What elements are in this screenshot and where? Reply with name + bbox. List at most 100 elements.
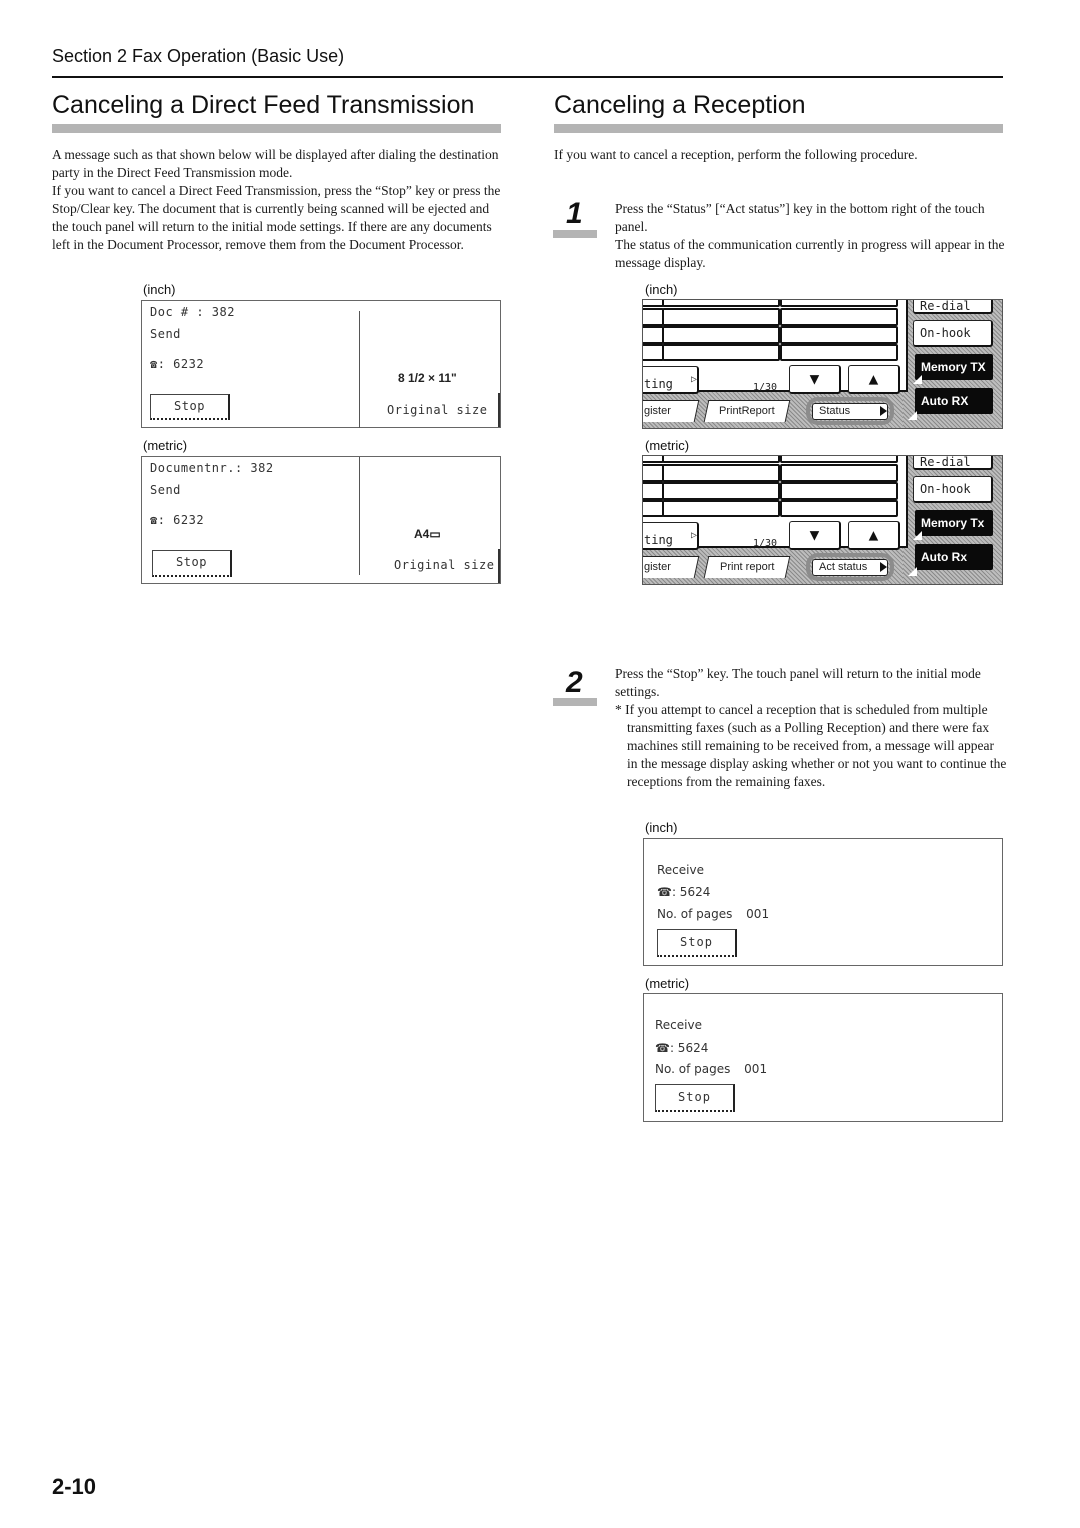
- step-2-line-1: Press the “Stop” key. The touch panel wi…: [615, 666, 981, 699]
- page-number: 2-10: [52, 1474, 97, 1499]
- list-cell[interactable]: [662, 308, 780, 326]
- step-1-line-2: The status of the communication currentl…: [615, 237, 1005, 270]
- original-size-value: 8 1/2 × 11": [398, 371, 457, 385]
- list-cell[interactable]: [662, 464, 780, 482]
- pages-line: No. of pages 001: [657, 907, 769, 921]
- print-report-tab[interactable]: PrintReport: [703, 400, 791, 422]
- step-1-text: Press the “Status” [“Act status”] key in…: [615, 200, 1007, 272]
- list-cell[interactable]: [780, 300, 898, 307]
- list-cell[interactable]: [780, 326, 898, 344]
- list-cell[interactable]: [643, 464, 664, 482]
- redial-key[interactable]: Re-dial: [913, 300, 993, 314]
- phone-number: : 6232: [157, 357, 205, 371]
- receive-mode: Receive: [657, 863, 704, 877]
- list-cell[interactable]: [780, 344, 898, 361]
- stop-button[interactable]: Stop: [152, 550, 232, 577]
- stop-button[interactable]: Stop: [657, 929, 737, 957]
- auto-rx-key[interactable]: Auto RX: [915, 388, 993, 414]
- register-tab[interactable]: gister: [643, 400, 700, 422]
- corner-indicator-icon: [908, 567, 917, 576]
- phone-icon: ☎: [655, 1041, 670, 1055]
- list-cell[interactable]: [780, 482, 898, 500]
- display-divider: [359, 311, 360, 428]
- register-tab[interactable]: gister: [643, 556, 700, 578]
- display-divider: [359, 457, 360, 575]
- on-hook-key[interactable]: On-hook: [913, 476, 993, 503]
- list-cell[interactable]: [643, 456, 664, 463]
- original-size-label: Original size: [394, 558, 495, 572]
- stop-button[interactable]: Stop: [655, 1084, 735, 1112]
- right-intro: If you want to cancel a reception, perfo…: [554, 147, 918, 162]
- doc-number: Documentnr.: 382: [150, 461, 274, 475]
- touch-panel-metric: ting ▷ 1/30 ▼ ▲ gister Print report Act …: [642, 455, 1003, 585]
- unit-label-metric: (metric): [143, 438, 188, 453]
- print-report-tab[interactable]: Print report: [703, 556, 791, 578]
- step-2-bar: [553, 698, 597, 706]
- list-cell[interactable]: [662, 500, 780, 517]
- scroll-up-button[interactable]: ▲: [848, 521, 900, 550]
- scroll-up-button[interactable]: ▲: [848, 365, 900, 394]
- list-cell[interactable]: [643, 500, 664, 517]
- left-paragraph-2: If you want to cancel a Direct Feed Tran…: [52, 183, 501, 252]
- send-mode: Send: [150, 327, 181, 341]
- memory-tx-key[interactable]: Memory Tx: [915, 510, 993, 536]
- send-mode: Send: [150, 483, 181, 497]
- act-status-button[interactable]: Act status: [812, 559, 888, 576]
- redial-key[interactable]: Re-dial: [913, 456, 993, 470]
- status-button[interactable]: Status: [812, 403, 888, 420]
- list-cell[interactable]: [662, 326, 780, 344]
- right-title-bar: [554, 124, 1003, 133]
- scroll-edge: [498, 549, 500, 583]
- list-cell[interactable]: [780, 308, 898, 326]
- step-2-note: * If you attempt to cancel a reception t…: [615, 702, 1007, 789]
- on-hook-key[interactable]: On-hook: [913, 320, 993, 347]
- play-icon: ▷: [691, 374, 698, 385]
- left-paragraph-1: A message such as that shown below will …: [52, 147, 499, 180]
- unit-label-inch: (inch): [143, 282, 176, 297]
- step-1-number: 1: [566, 197, 583, 230]
- section-header: Section 2 Fax Operation (Basic Use): [52, 46, 345, 66]
- auto-rx-key[interactable]: Auto Rx: [915, 544, 993, 570]
- left-title: Canceling a Direct Feed Transmission: [52, 91, 475, 119]
- header-rule: [52, 76, 1003, 78]
- pages-value: 001: [744, 1062, 768, 1076]
- step-2-text: Press the “Stop” key. The touch panel wi…: [615, 665, 1007, 791]
- list-cell[interactable]: [643, 308, 664, 326]
- list-cell[interactable]: [643, 482, 664, 500]
- phone-line: ☎: 5624: [657, 885, 710, 899]
- list-cell[interactable]: [780, 456, 898, 463]
- stop-button[interactable]: Stop: [150, 394, 230, 420]
- play-icon: ▷: [691, 530, 698, 541]
- list-cell[interactable]: [780, 464, 898, 482]
- page-count: 1/30: [753, 382, 778, 393]
- left-title-bar: [52, 124, 501, 133]
- pages-label: No. of pages: [655, 1062, 731, 1076]
- play-icon: [880, 406, 887, 416]
- phone-line: ☎: 6232: [150, 513, 204, 527]
- original-size-value: A4▭: [414, 527, 441, 541]
- list-cell[interactable]: [662, 482, 780, 500]
- memory-tx-key[interactable]: Memory TX: [915, 354, 993, 380]
- list-cell[interactable]: [662, 300, 780, 307]
- list-cell[interactable]: [662, 456, 780, 463]
- list-cell[interactable]: [662, 344, 780, 361]
- list-cell[interactable]: [643, 344, 664, 361]
- send-display-inch: Doc # : 382 Send ☎: 6232 Stop 8 1/2 × 11…: [141, 300, 501, 428]
- pages-line: No. of pages 001: [655, 1062, 767, 1076]
- scroll-edge: [498, 393, 500, 427]
- doc-number: Doc # : 382: [150, 305, 235, 319]
- scroll-down-button[interactable]: ▼: [789, 365, 841, 394]
- step-1-bar: [553, 230, 597, 238]
- pages-label: No. of pages: [657, 907, 733, 921]
- receive-display-metric: Receive ☎: 5624 No. of pages 001 Stop: [643, 993, 1003, 1122]
- phone-icon: ☎: [150, 357, 158, 371]
- phone-number: : 5624: [669, 1041, 709, 1055]
- unit-label-metric: (metric): [645, 976, 690, 991]
- scroll-down-button[interactable]: ▼: [789, 521, 841, 550]
- unit-label-metric: (metric): [645, 438, 690, 453]
- phone-icon: ☎: [657, 885, 672, 899]
- list-cell[interactable]: [643, 300, 664, 307]
- list-cell[interactable]: [643, 326, 664, 344]
- list-cell[interactable]: [780, 500, 898, 517]
- phone-line: ☎: 6232: [150, 357, 204, 371]
